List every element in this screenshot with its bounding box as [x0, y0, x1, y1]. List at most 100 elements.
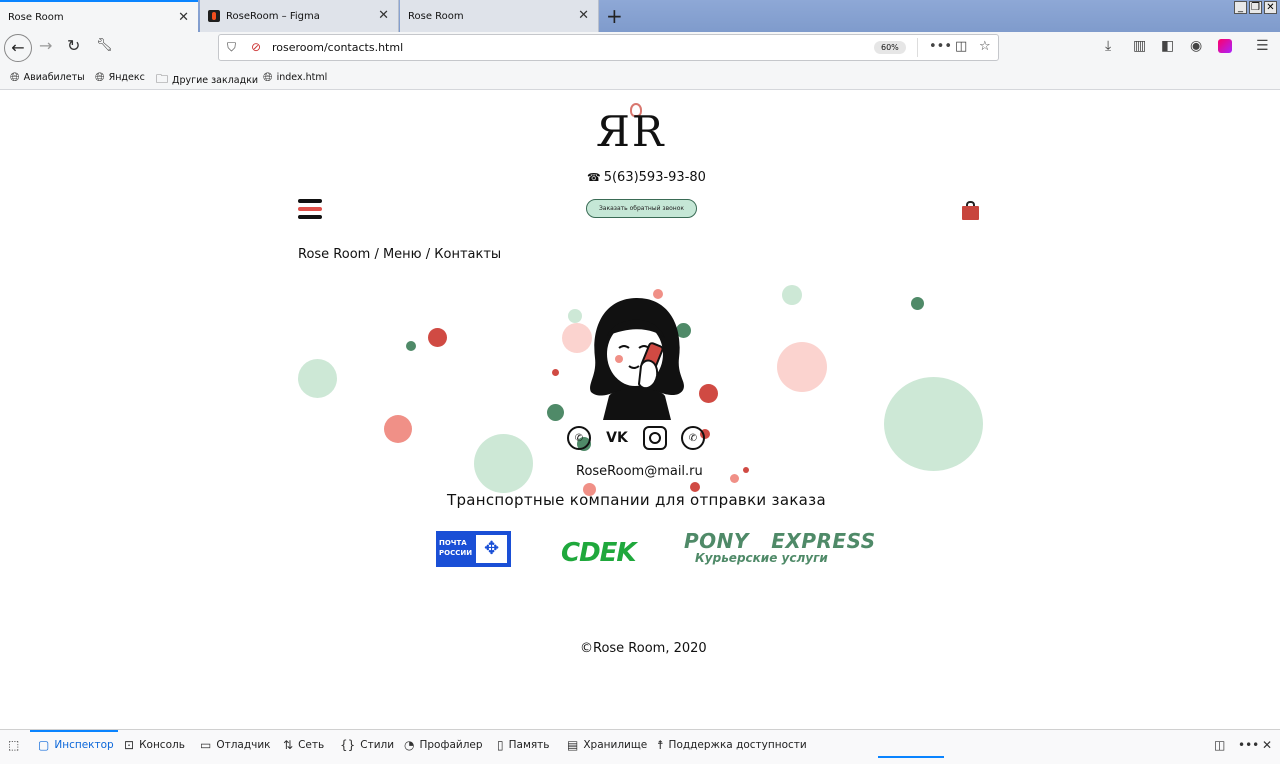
url-bar[interactable]: ⛉ ⊘ roseroom/contacts.html 60% ••• ◫ ☆ [218, 34, 999, 61]
devtools-tab-styles[interactable]: {} Стили [340, 738, 394, 752]
burger-line [298, 199, 322, 203]
bookmark-folder[interactable]: 🗀 Другие закладки [156, 70, 258, 91]
decorative-dot [699, 384, 718, 403]
sidebar-icon[interactable]: ◧ [1161, 38, 1174, 54]
pochta-line1: ПОЧТА [439, 539, 467, 547]
active-tab-indicator [30, 730, 118, 732]
url-text[interactable]: roseroom/contacts.html [272, 41, 403, 54]
bookmark-item[interactable]: 🌐︎ Авиабилеты [10, 70, 85, 85]
dock-icon[interactable]: ◫ [1214, 738, 1230, 752]
social-links: ✆ VK ✆ [567, 426, 705, 450]
wrench-icon[interactable]: 🔧︎ [96, 38, 113, 53]
element-picker-icon[interactable]: ⬚ [8, 738, 24, 752]
instagram-icon[interactable] [643, 426, 667, 450]
devtools-tab-label: Поддержка доступности [668, 739, 807, 751]
shopping-bag-icon[interactable] [962, 201, 979, 220]
pony-express-logo[interactable]: PONY EXPRESS Курьерские услуги [684, 529, 876, 565]
tab-figma[interactable]: RoseRoom – Figma ✕ [200, 0, 399, 32]
forward-button[interactable]: → [39, 36, 52, 55]
site-logo[interactable]: ЯR [596, 103, 686, 163]
burger-line [298, 207, 322, 211]
memory-icon: ▯ [497, 738, 504, 752]
devtools-tab-memory[interactable]: ▯ Память [497, 738, 549, 752]
breadcrumb[interactable]: Rose Room / Меню / Контакты [298, 247, 501, 262]
bookmark-item[interactable]: 🌐︎ index.html [263, 70, 327, 85]
callback-button[interactable]: Заказать обратный звонок [586, 199, 697, 218]
logo-text: ЯR [596, 107, 666, 156]
pochta-text: ПОЧТА РОССИИ [439, 534, 472, 564]
inspector-icon: ▢ [38, 738, 50, 752]
devtools-tab-storage[interactable]: ▤ Хранилище [567, 738, 647, 752]
bag-body [962, 206, 979, 220]
shield-icon[interactable]: ⛉ [227, 40, 236, 55]
pony-title: PONY EXPRESS [684, 529, 876, 553]
page-content: ЯR ☎ 5(63)593-93-80 Заказать обратный зв… [0, 91, 1280, 729]
close-tab-icon[interactable]: ✕ [378, 8, 389, 23]
pochta-line2: РОССИИ [439, 549, 473, 557]
download-icon[interactable]: ⤓ [1105, 38, 1111, 54]
pochta-rossii-logo[interactable]: ПОЧТА РОССИИ ✥ [436, 531, 511, 567]
tab-bar: Rose Room ✕ RoseRoom – Figma ✕ Rose Room… [0, 0, 1280, 32]
divider [917, 38, 918, 57]
tab-title: Rose Room [8, 11, 64, 23]
back-button[interactable]: ← [4, 34, 32, 62]
devtools-tab-inspector[interactable]: ▢ Инспектор [38, 738, 114, 752]
insecure-lock-icon[interactable]: ⊘ [251, 40, 261, 54]
viber-icon[interactable]: ✆ [567, 426, 591, 450]
devtools-tab-network[interactable]: ⇅ Сеть [283, 738, 324, 752]
bookmark-item[interactable]: 🌐︎ Яндекс [95, 70, 145, 85]
network-icon: ⇅ [283, 738, 294, 752]
pocket-icon[interactable]: ◫ [955, 39, 967, 54]
burger-line [298, 215, 322, 219]
accessibility-icon: ☨ [657, 738, 664, 752]
devtools-toolbar: ⬚ ▢ Инспектор ⊡ Консоль ▭ Отладчик ⇅ Сет… [0, 729, 1280, 764]
devtools-tab-console[interactable]: ⊡ Консоль [124, 738, 185, 752]
decorative-dot [782, 285, 802, 305]
debugger-icon: ▭ [200, 738, 212, 752]
close-tab-icon[interactable]: ✕ [178, 10, 189, 25]
window-close-icon[interactable]: ✕ [1264, 1, 1277, 14]
bookmark-label: Яндекс [108, 72, 145, 83]
girl-with-phone-illustration [590, 298, 684, 420]
reload-button[interactable]: ↻ [67, 36, 80, 55]
decorative-dot [743, 467, 749, 473]
console-icon: ⊡ [124, 738, 135, 752]
eagle-emblem-icon: ✥ [475, 534, 508, 564]
email-link[interactable]: RoseRoom@mail.ru [576, 464, 703, 479]
decorative-dot [552, 369, 559, 376]
decorative-dot [384, 415, 412, 443]
minimize-icon[interactable]: _ [1234, 1, 1247, 14]
devtools-tab-profiler[interactable]: ◔ Профайлер [404, 738, 483, 752]
folder-icon: 🗀 [156, 72, 169, 86]
cdek-logo[interactable]: CDEK [561, 538, 637, 568]
devtools-close-icon[interactable]: ✕ [1262, 738, 1277, 752]
devtools-tab-accessibility[interactable]: ☨ Поддержка доступности [657, 738, 807, 752]
devtools-tab-label: Память [508, 739, 550, 751]
tab-rose-room[interactable]: Rose Room ✕ [400, 0, 599, 32]
footer-copyright: ©Rose Room, 2020 [580, 641, 707, 656]
tab-rose-room-active[interactable]: Rose Room ✕ [0, 0, 198, 32]
zoom-badge[interactable]: 60% [874, 41, 906, 54]
hamburger-menu-icon[interactable] [298, 199, 322, 219]
new-tab-icon[interactable]: + [606, 4, 623, 28]
decorative-dot [911, 297, 924, 310]
library-icon[interactable]: ▥ [1133, 38, 1146, 54]
figma-icon [208, 10, 220, 22]
tab-title: RoseRoom – Figma [226, 10, 320, 22]
menu-icon[interactable]: ☰ [1256, 38, 1269, 54]
decorative-dot [406, 341, 416, 351]
bookmark-label: index.html [276, 72, 328, 83]
phone-number[interactable]: ☎ 5(63)593-93-80 [587, 170, 706, 185]
star-icon[interactable]: ☆ [979, 39, 991, 54]
close-tab-icon[interactable]: ✕ [578, 8, 589, 23]
devtools-tab-debugger[interactable]: ▭ Отладчик [200, 738, 271, 752]
devtools-tab-label: Инспектор [54, 739, 114, 751]
devtools-menu-icon[interactable]: ••• [1238, 738, 1264, 752]
extension-icon[interactable] [1218, 39, 1232, 53]
decorative-dot [730, 474, 739, 483]
restore-icon[interactable]: ❐ [1249, 1, 1262, 14]
whatsapp-icon[interactable]: ✆ [681, 426, 705, 450]
page-actions-icon[interactable]: ••• [929, 39, 952, 54]
account-icon[interactable]: ◉ [1190, 38, 1202, 54]
vk-icon[interactable]: VK [605, 426, 629, 450]
